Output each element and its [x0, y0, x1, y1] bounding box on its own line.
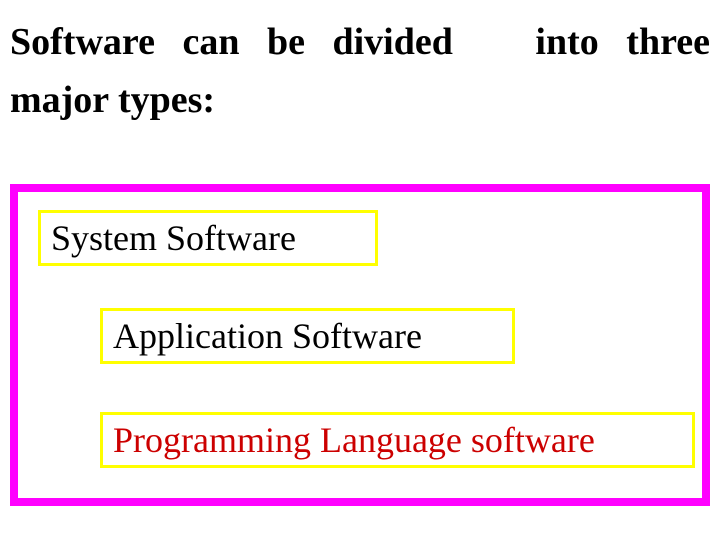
type-box-programming: Programming Language software [100, 412, 695, 468]
type-label: System Software [51, 218, 296, 258]
heading-word: be [267, 21, 305, 63]
heading-word: can [182, 21, 239, 63]
heading-word: divided [332, 21, 452, 63]
type-box-application: Application Software [100, 308, 515, 364]
heading-word: Software [10, 21, 155, 63]
slide-heading-line1: Software can be divided into three [10, 8, 710, 76]
content-container: System Software Application Software Pro… [10, 184, 710, 506]
heading-word: into [535, 21, 598, 63]
type-label: Programming Language software [113, 420, 595, 460]
heading-word: three [626, 21, 710, 63]
slide-heading-line2: major types: [10, 78, 215, 122]
type-label: Application Software [113, 316, 422, 356]
type-box-system: System Software [38, 210, 378, 266]
